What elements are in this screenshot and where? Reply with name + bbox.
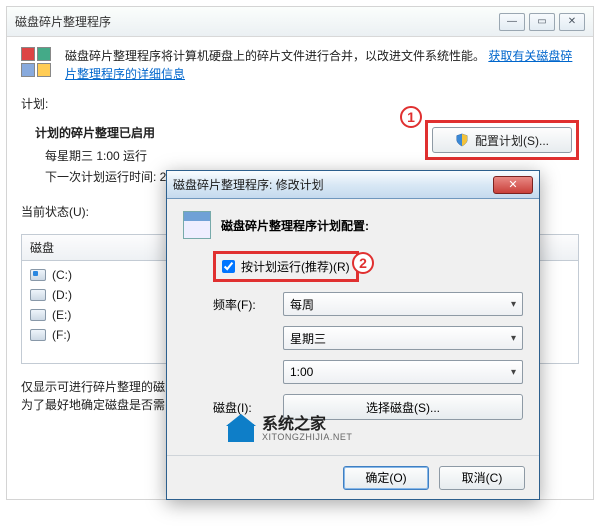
main-title: 磁盘碎片整理程序 xyxy=(15,13,111,30)
defrag-app-icon xyxy=(21,47,55,81)
maximize-button[interactable]: ▭ xyxy=(529,13,555,31)
info-row: 磁盘碎片整理程序将计算机硬盘上的碎片文件进行合并，以改进文件系统性能。 获取有关… xyxy=(21,47,579,83)
frequency-value: 每周 xyxy=(290,296,314,313)
close-icon: ✕ xyxy=(568,16,576,27)
time-select[interactable]: 1:00 ▾ xyxy=(283,360,523,384)
drive-icon xyxy=(30,329,46,341)
shield-icon xyxy=(455,133,469,147)
main-titlebar[interactable]: 磁盘碎片整理程序 — ▭ ✕ xyxy=(7,7,593,37)
drive-icon xyxy=(30,289,46,301)
run-on-schedule-checkbox[interactable] xyxy=(222,260,235,273)
disks-label: 磁盘(I): xyxy=(213,399,283,416)
day-value: 星期三 xyxy=(290,330,326,347)
dialog-header-label: 磁盘碎片整理程序计划配置: xyxy=(221,217,369,234)
drive-icon xyxy=(30,309,46,321)
minimize-button[interactable]: — xyxy=(499,13,525,31)
chevron-down-icon: ▾ xyxy=(511,367,516,378)
drive-icon xyxy=(30,269,46,281)
ok-button[interactable]: 确定(O) xyxy=(343,466,429,490)
configure-schedule-button[interactable]: 配置计划(S)... xyxy=(432,127,572,153)
schedule-section-label: 计划: xyxy=(21,95,579,112)
day-select[interactable]: 星期三 ▾ xyxy=(283,326,523,350)
calendar-icon xyxy=(183,211,211,239)
dialog-title: 磁盘碎片整理程序: 修改计划 xyxy=(173,176,324,193)
maximize-icon: ▭ xyxy=(537,16,546,27)
drive-label: (E:) xyxy=(52,308,71,322)
frequency-select[interactable]: 每周 ▾ xyxy=(283,292,523,316)
drive-label: (C:) xyxy=(52,268,72,282)
close-button[interactable]: ✕ xyxy=(559,13,585,31)
select-disks-button[interactable]: 选择磁盘(S)... xyxy=(283,394,523,420)
configure-schedule-label: 配置计划(S)... xyxy=(475,132,549,149)
dialog-close-button[interactable]: ✕ xyxy=(493,176,533,194)
time-row: 1:00 ▾ xyxy=(213,360,523,384)
disks-row: 磁盘(I): 选择磁盘(S)... xyxy=(213,394,523,420)
frequency-row: 频率(F): 每周 ▾ xyxy=(213,292,523,316)
minimize-icon: — xyxy=(507,16,517,27)
dialog-footer: 确定(O) 取消(C) xyxy=(167,455,539,499)
config-button-highlight: 配置计划(S)... xyxy=(425,120,579,160)
info-description: 磁盘碎片整理程序将计算机硬盘上的碎片文件进行合并，以改进文件系统性能。 xyxy=(65,49,485,63)
info-text: 磁盘碎片整理程序将计算机硬盘上的碎片文件进行合并，以改进文件系统性能。 获取有关… xyxy=(65,47,579,83)
dialog-header: 磁盘碎片整理程序计划配置: xyxy=(183,211,523,239)
ok-label: 确定(O) xyxy=(365,469,406,486)
chevron-down-icon: ▾ xyxy=(511,299,516,310)
time-value: 1:00 xyxy=(290,365,313,379)
drive-label: (F:) xyxy=(52,328,71,342)
cancel-label: 取消(C) xyxy=(462,469,503,486)
cancel-button[interactable]: 取消(C) xyxy=(439,466,525,490)
run-on-schedule-label: 按计划运行(推荐)(R) xyxy=(241,258,350,275)
modify-schedule-dialog: 磁盘碎片整理程序: 修改计划 ✕ 磁盘碎片整理程序计划配置: 按计划运行(推荐)… xyxy=(166,170,540,500)
chevron-down-icon: ▾ xyxy=(511,333,516,344)
day-row: 星期三 ▾ xyxy=(213,326,523,350)
select-disks-label: 选择磁盘(S)... xyxy=(366,399,440,416)
dialog-titlebar[interactable]: 磁盘碎片整理程序: 修改计划 ✕ xyxy=(167,171,539,199)
run-on-schedule-row: 按计划运行(推荐)(R) xyxy=(213,251,359,282)
frequency-label: 频率(F): xyxy=(213,296,283,313)
dialog-body: 磁盘碎片整理程序计划配置: 按计划运行(推荐)(R) 频率(F): 每周 ▾ 星… xyxy=(167,199,539,430)
close-icon: ✕ xyxy=(508,178,517,191)
drive-label: (D:) xyxy=(52,288,72,302)
